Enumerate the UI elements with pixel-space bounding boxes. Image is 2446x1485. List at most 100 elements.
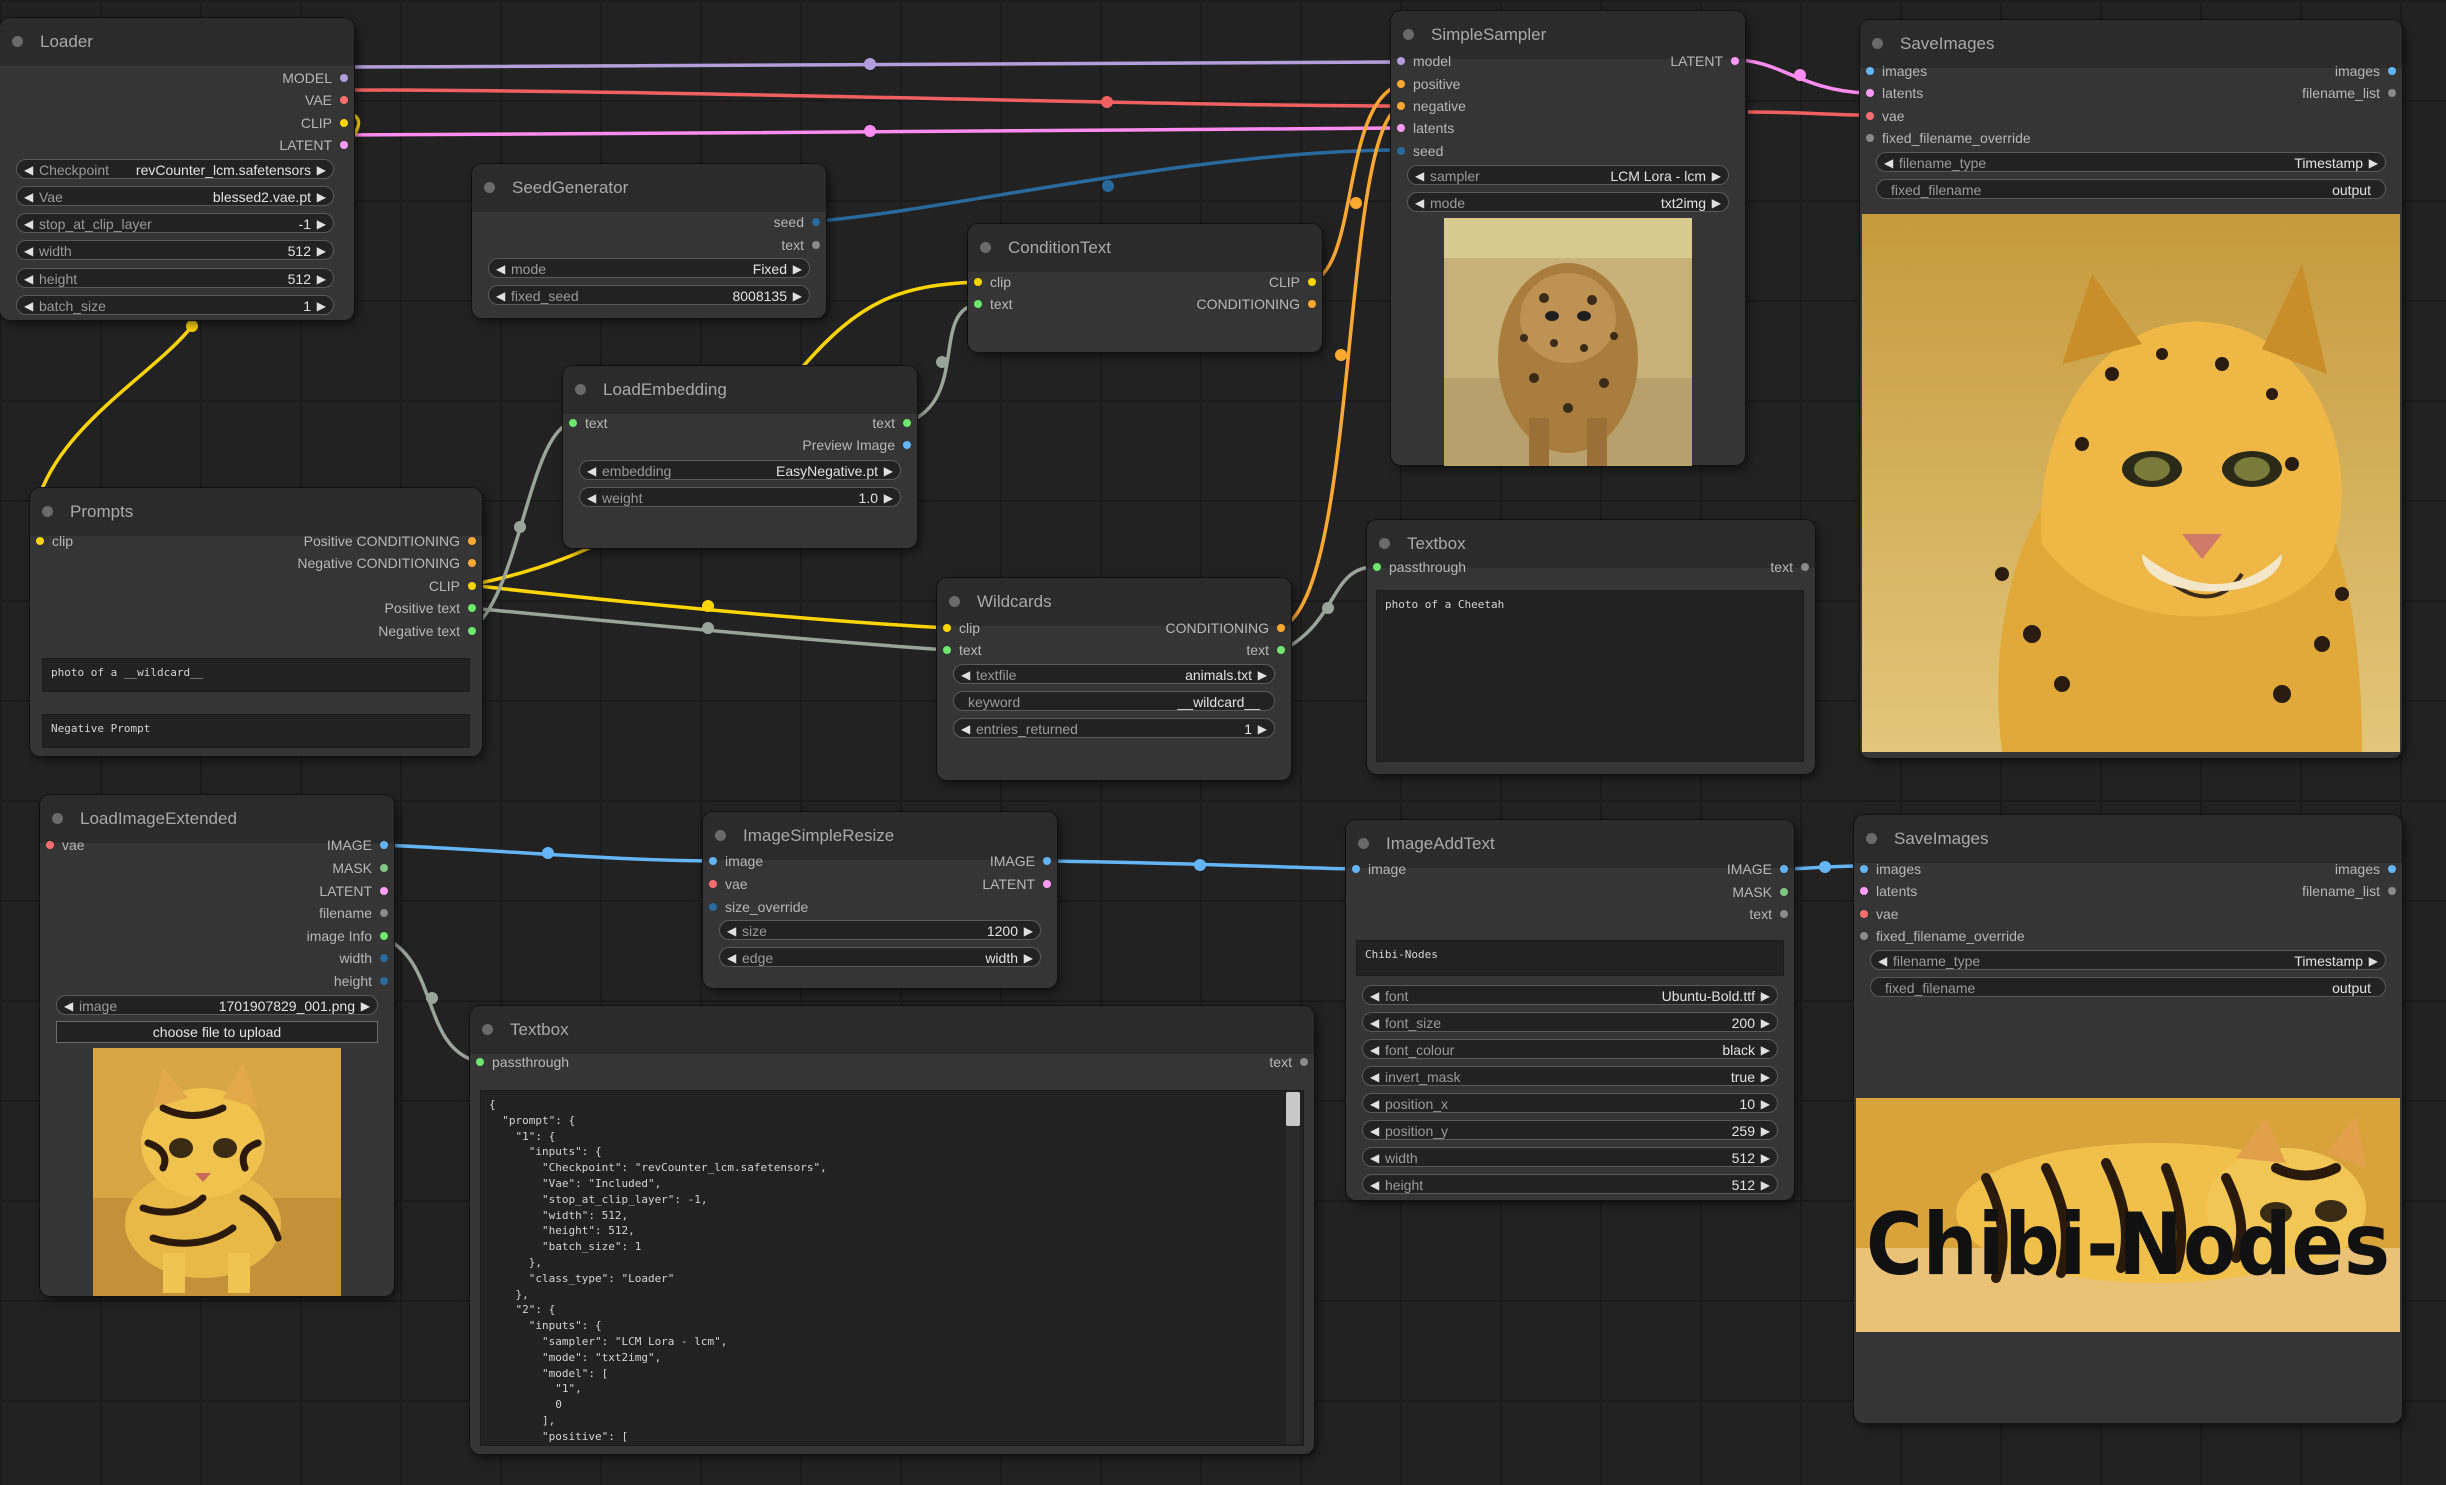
output-pin[interactable]: [340, 96, 348, 105]
collapse-dot[interactable]: [1403, 29, 1414, 40]
scrollbar[interactable]: [1286, 1092, 1300, 1444]
arrow-right-icon[interactable]: ▶: [1712, 193, 1721, 213]
input-fixed-filename-override[interactable]: fixed_filename_override: [1860, 926, 2025, 946]
node-title[interactable]: Prompts: [30, 488, 482, 536]
text-input-textarea[interactable]: Chibi-Nodes: [1356, 940, 1784, 976]
input-pin[interactable]: [1397, 102, 1405, 111]
output-seed[interactable]: seed: [774, 212, 820, 232]
width-widget[interactable]: ◀ width 512 ▶: [16, 240, 334, 260]
input-pin[interactable]: [709, 880, 717, 889]
output-pin[interactable]: [1780, 865, 1788, 874]
node-title[interactable]: SaveImages: [1860, 20, 2402, 68]
input-images[interactable]: images: [1860, 859, 1921, 879]
output-pin[interactable]: [340, 141, 348, 150]
output-images[interactable]: images: [2335, 61, 2396, 81]
arrow-left-icon[interactable]: ◀: [1370, 1013, 1379, 1033]
font-size-widget[interactable]: ◀ font_size 200 ▶: [1362, 1012, 1778, 1032]
output-image-info[interactable]: image Info: [307, 926, 388, 946]
output-latent[interactable]: LATENT: [1670, 51, 1739, 71]
output-latent[interactable]: LATENT: [319, 881, 388, 901]
width-widget[interactable]: ◀ width 512 ▶: [1362, 1147, 1778, 1167]
output-pin[interactable]: [468, 559, 476, 568]
collapse-dot[interactable]: [949, 596, 960, 607]
arrow-right-icon[interactable]: ▶: [317, 187, 326, 207]
input-passthrough[interactable]: passthrough: [1373, 557, 1466, 577]
input-model[interactable]: model: [1397, 51, 1451, 71]
input-pin[interactable]: [1866, 112, 1874, 121]
output-pin[interactable]: [380, 887, 388, 896]
vae-combo[interactable]: ◀ Vae blessed2.vae.pt ▶: [16, 186, 334, 206]
input-vae[interactable]: vae: [1866, 106, 1905, 126]
input-pin[interactable]: [1866, 89, 1874, 98]
arrow-left-icon[interactable]: ◀: [1370, 986, 1379, 1006]
output-pin[interactable]: [2388, 887, 2396, 896]
output-pin[interactable]: [340, 119, 348, 128]
arrow-right-icon[interactable]: ▶: [1258, 719, 1267, 739]
fixed-filename-field[interactable]: fixed_filename output: [1876, 179, 2386, 199]
negative-prompt-textarea[interactable]: Negative Prompt: [42, 714, 470, 748]
input-clip[interactable]: clip: [943, 618, 980, 638]
arrow-left-icon[interactable]: ◀: [24, 187, 33, 207]
collapse-dot[interactable]: [12, 36, 23, 47]
size-widget[interactable]: ◀ size 1200 ▶: [719, 920, 1041, 940]
input-clip[interactable]: clip: [974, 272, 1011, 292]
output-mask[interactable]: MASK: [332, 858, 388, 878]
image-combo[interactable]: ◀ image 1701907829_001.png ▶: [56, 995, 378, 1015]
output-pin[interactable]: [2388, 89, 2396, 98]
textbox-node[interactable]: Textbox passthrough text photo of a Chee…: [1367, 520, 1815, 774]
collapse-dot[interactable]: [980, 242, 991, 253]
input-pin[interactable]: [1860, 932, 1868, 941]
arrow-left-icon[interactable]: ◀: [1415, 193, 1424, 213]
input-seed[interactable]: seed: [1397, 141, 1443, 161]
input-pin[interactable]: [1866, 67, 1874, 76]
textbox-textarea[interactable]: photo of a Cheetah: [1376, 590, 1804, 762]
output-pin[interactable]: [812, 241, 820, 250]
collapse-dot[interactable]: [715, 830, 726, 841]
wildcards-node[interactable]: Wildcards clip text CONDITIONING text ◀ t…: [937, 578, 1291, 780]
input-latents[interactable]: latents: [1866, 83, 1923, 103]
height-widget[interactable]: ◀ height 512 ▶: [1362, 1174, 1778, 1194]
output-text[interactable]: text: [1269, 1052, 1308, 1072]
arrow-right-icon[interactable]: ▶: [1712, 166, 1721, 186]
node-title[interactable]: LoadEmbedding: [563, 366, 917, 414]
arrow-left-icon[interactable]: ◀: [496, 286, 505, 306]
output-text[interactable]: text: [1749, 904, 1788, 924]
input-pin[interactable]: [1397, 57, 1405, 66]
fixed-seed-widget[interactable]: ◀ fixed_seed 8008135 ▶: [488, 285, 810, 305]
input-pin[interactable]: [1397, 80, 1405, 89]
arrow-left-icon[interactable]: ◀: [1884, 153, 1893, 173]
output-pin[interactable]: [380, 909, 388, 918]
output-images[interactable]: images: [2335, 859, 2396, 879]
simple-sampler-node[interactable]: SimpleSampler model positive negative la…: [1391, 11, 1745, 466]
arrow-left-icon[interactable]: ◀: [24, 214, 33, 234]
input-pin[interactable]: [943, 646, 951, 655]
input-passthrough[interactable]: passthrough: [476, 1052, 569, 1072]
output-preview-image[interactable]: Preview Image: [802, 435, 911, 455]
output-model[interactable]: MODEL: [282, 68, 348, 88]
arrow-left-icon[interactable]: ◀: [1370, 1040, 1379, 1060]
input-fixed-filename-override[interactable]: fixed_filename_override: [1866, 128, 2031, 148]
output-pin[interactable]: [2388, 67, 2396, 76]
input-pin[interactable]: [1397, 124, 1405, 133]
image-add-text-node[interactable]: ImageAddText image IMAGE MASK text Chibi…: [1346, 820, 1794, 1200]
save-images-node-2[interactable]: SaveImages images latents vae fixed_file…: [1854, 815, 2402, 1423]
input-pin[interactable]: [974, 278, 982, 287]
collapse-dot[interactable]: [1872, 38, 1883, 49]
arrow-left-icon[interactable]: ◀: [961, 719, 970, 739]
seed-generator-node[interactable]: SeedGenerator seed text ◀ mode Fixed ▶ ◀ fix…: [472, 164, 826, 318]
output-clip[interactable]: CLIP: [429, 576, 476, 596]
arrow-right-icon[interactable]: ▶: [1761, 1040, 1770, 1060]
input-size-override[interactable]: size_override: [709, 897, 808, 917]
output-pin[interactable]: [812, 218, 820, 227]
output-pin[interactable]: [903, 419, 911, 428]
arrow-left-icon[interactable]: ◀: [64, 996, 73, 1016]
arrow-right-icon[interactable]: ▶: [1761, 1175, 1770, 1195]
arrow-right-icon[interactable]: ▶: [1761, 1121, 1770, 1141]
output-pin[interactable]: [1780, 910, 1788, 919]
arrow-right-icon[interactable]: ▶: [884, 488, 893, 508]
arrow-left-icon[interactable]: ◀: [727, 948, 736, 968]
arrow-right-icon[interactable]: ▶: [1024, 948, 1033, 968]
mode-combo[interactable]: ◀ mode Fixed ▶: [488, 258, 810, 278]
output-negative-text[interactable]: Negative text: [378, 621, 476, 641]
input-clip[interactable]: clip: [36, 531, 73, 551]
